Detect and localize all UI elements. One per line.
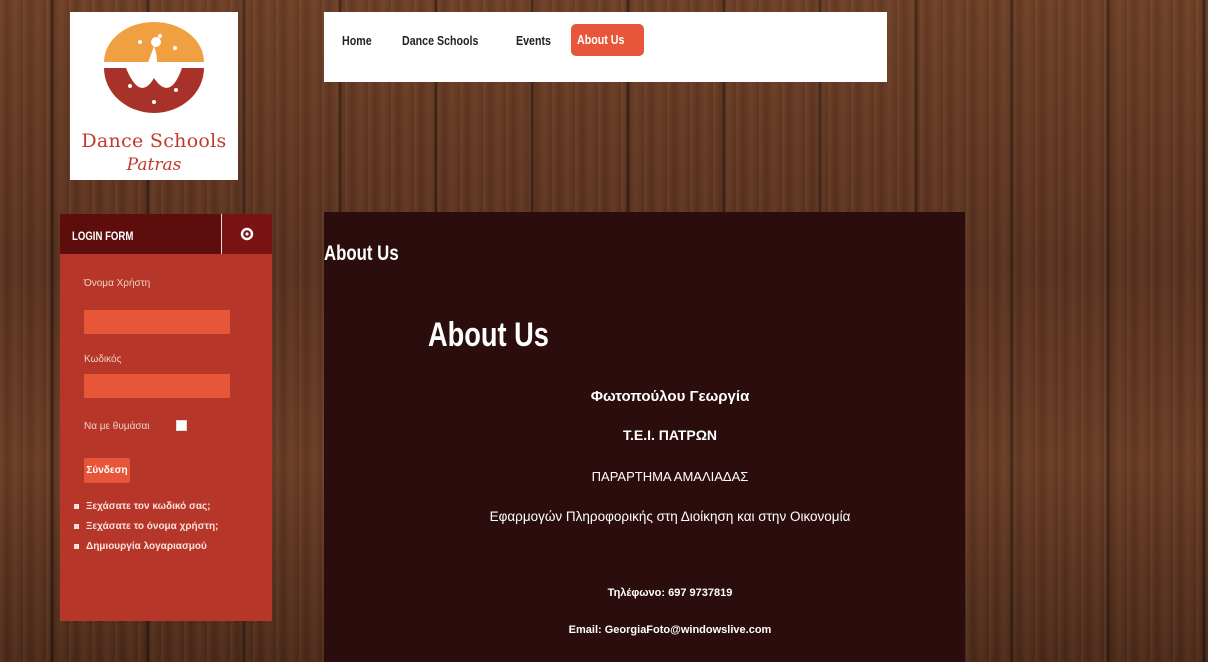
password-label: Κωδικός [84,354,122,365]
password-input[interactable] [84,374,230,398]
create-account-link[interactable]: Δημιουργία λογαριασμού [74,539,264,554]
login-form-panel: LOGIN FORM Όνομα Χρήστη Κωδικός Να με θυ… [60,214,272,621]
department-name: Εφαρμογών Πληροφορικής στη Διοίκηση και … [489,509,851,524]
logo-text-line2: Patras [126,155,182,175]
login-settings-button[interactable] [221,214,272,254]
login-form-header: LOGIN FORM [60,214,272,254]
branch-name: ΠΑΡΑΡΤΗΜΑ ΑΜΑΛΙΑΔΑΣ [591,469,749,484]
forgot-password-link[interactable]: Ξεχάσατε τον κωδικό σας; [74,499,264,514]
username-label: Όνομα Χρήστη [84,278,151,289]
logo-text-line1: Dance Schools [81,130,227,152]
nav-item-dance-schools[interactable]: Dance Schools [402,26,478,56]
phone-text: Τηλέφωνο: 697 9737819 [607,587,733,599]
login-button-label: Σύνδεση [86,465,128,476]
nav-item-home[interactable]: Home [342,26,372,56]
nav-item-events[interactable]: Events [516,26,551,56]
author-name: Φωτοπούλου Γεωργία [590,388,750,405]
top-navigation: Home Dance Schools Events About Us [324,12,887,82]
nav-item-about-us-label: About Us [577,32,625,47]
nav-item-about-us[interactable]: About Us [571,24,644,56]
gear-icon [240,227,254,241]
remember-me-checkbox[interactable] [176,420,187,431]
institution-name: Τ.Ε.Ι. ΠΑΤΡΩΝ [622,427,718,443]
login-links-list: Ξεχάσατε τον κωδικό σας; Ξεχάσατε το όνο… [74,499,264,559]
site-logo[interactable]: Dance Schools Patras [70,12,238,180]
login-form-title: LOGIN FORM [72,229,134,243]
login-button[interactable]: Σύνδεση [84,458,130,483]
email-text: Email: GeorgiaFoto@windowslive.com [568,624,772,636]
username-input[interactable] [84,310,230,334]
remember-me-label: Να με θυμάσαι [84,421,150,432]
page-title: About Us [324,242,399,265]
article-title: About Us [428,316,549,354]
forgot-username-link[interactable]: Ξεχάσατε το όνομα χρήστη; [74,519,264,534]
dancer-emblem-icon [104,22,204,113]
